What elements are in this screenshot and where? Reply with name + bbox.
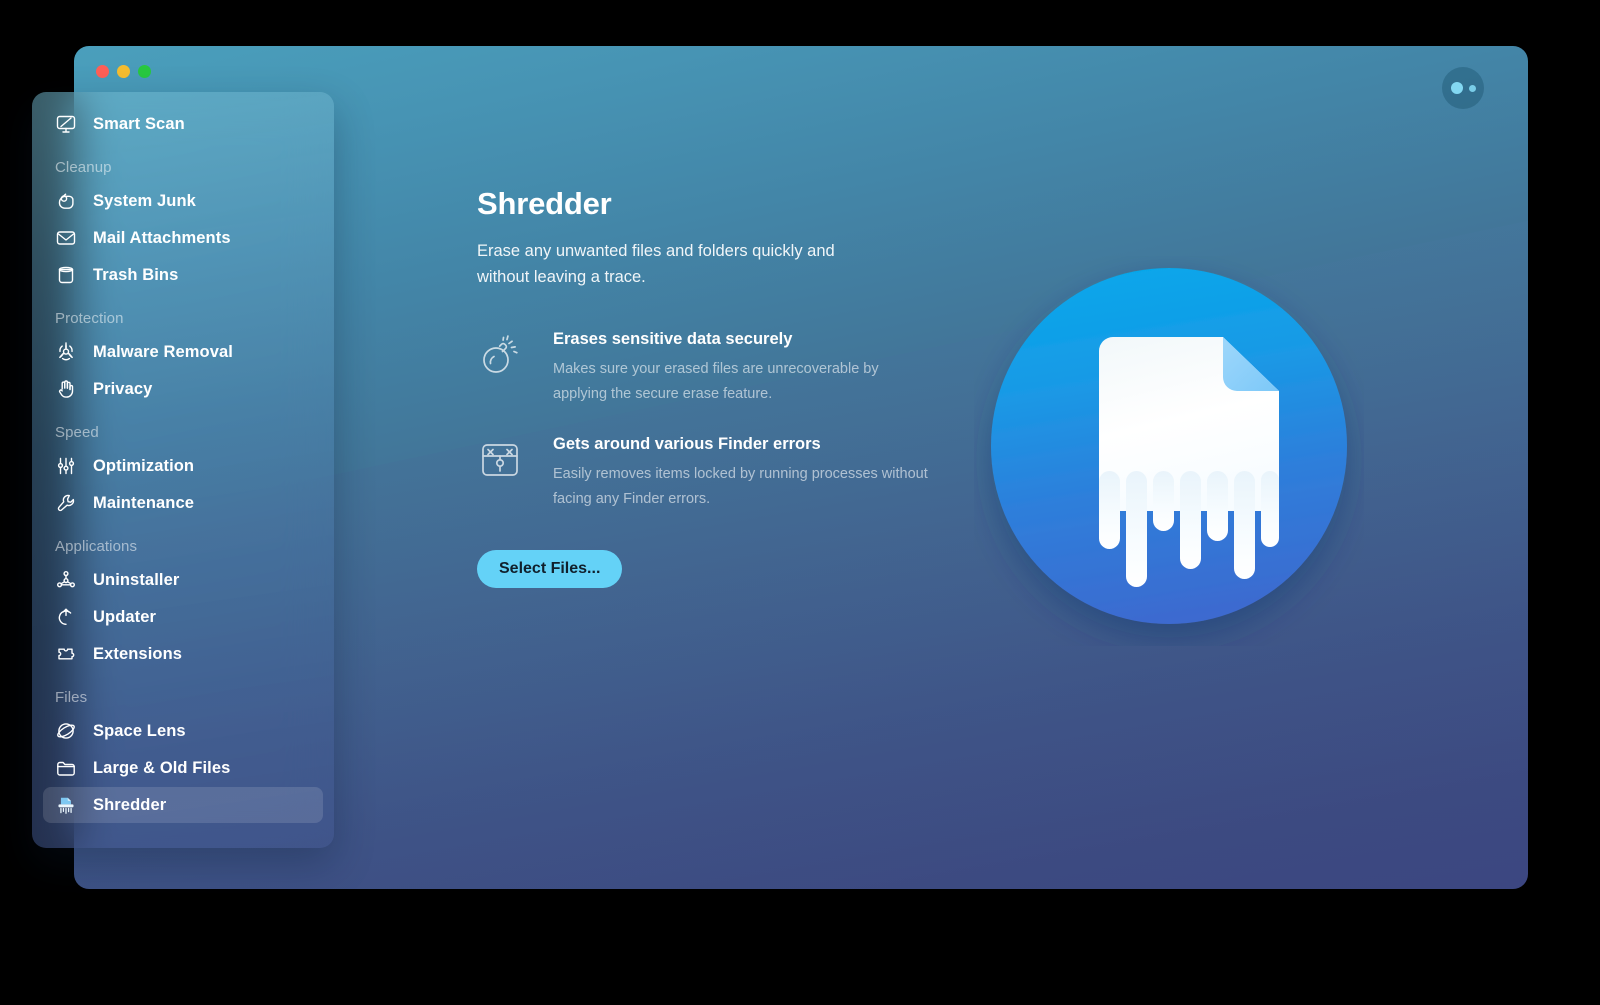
feature-title: Erases sensitive data securely — [553, 330, 793, 348]
sidebar-item-large-old-files[interactable]: Large & Old Files — [43, 750, 323, 786]
window-controls — [96, 65, 151, 78]
molecule-icon — [55, 569, 77, 591]
sidebar-item-label: Malware Removal — [93, 342, 233, 361]
sidebar-item-label: Trash Bins — [93, 265, 179, 284]
minimize-button[interactable] — [117, 65, 130, 78]
envelope-icon — [55, 227, 77, 249]
brush-icon — [55, 190, 77, 212]
sidebar-item-optimization[interactable]: Optimization — [43, 448, 323, 484]
sidebar-item-malware-removal[interactable]: Malware Removal — [43, 334, 323, 370]
page-title: Shredder — [477, 186, 612, 221]
menu-dot-large-icon — [1450, 82, 1463, 94]
sidebar-item-label: Mail Attachments — [93, 228, 231, 247]
sidebar-item-label: Smart Scan — [93, 114, 185, 133]
biohazard-icon — [55, 341, 77, 363]
feature-description: Easily removes items locked by running p… — [553, 466, 928, 507]
sidebar-item-privacy[interactable]: Privacy — [43, 371, 323, 407]
sidebar-item-extensions[interactable]: Extensions — [43, 636, 323, 672]
close-button[interactable] — [96, 65, 109, 78]
sidebar-item-smart-scan[interactable]: Smart Scan — [43, 106, 323, 142]
sidebar-item-space-lens[interactable]: Space Lens — [43, 713, 323, 749]
more-options-button[interactable] — [1442, 67, 1484, 109]
sidebar-item-maintenance[interactable]: Maintenance — [43, 485, 323, 521]
feature-text: Erases sensitive data securely Makes sur… — [553, 330, 933, 407]
sidebar-item-mail-attachments[interactable]: Mail Attachments — [43, 220, 323, 256]
feature-title: Gets around various Finder errors — [553, 435, 821, 453]
feature-text: Gets around various Finder errors Easily… — [553, 435, 933, 512]
wrench-icon — [55, 492, 77, 514]
sidebar-item-uninstaller[interactable]: Uninstaller — [43, 562, 323, 598]
sidebar-item-label: Updater — [93, 607, 157, 626]
sidebar-item-label: Maintenance — [93, 493, 195, 512]
menu-dot-small-icon — [1468, 84, 1476, 92]
puzzle-piece-icon — [55, 643, 77, 665]
shredded-document-icon — [974, 256, 1364, 646]
sidebar-group-title-speed: Speed — [55, 424, 99, 441]
sidebar-item-label: Optimization — [93, 456, 195, 475]
planet-icon — [55, 720, 77, 742]
trash-bin-icon — [55, 264, 77, 286]
feature-description: Makes sure your erased files are unrecov… — [553, 361, 879, 402]
page-subtitle: Erase any unwanted files and folders qui… — [477, 242, 835, 286]
refresh-arrow-icon — [55, 606, 77, 628]
sidebar-item-trash-bins[interactable]: Trash Bins — [43, 257, 323, 293]
hand-icon — [55, 378, 77, 400]
sidebar-item-system-junk[interactable]: System Junk — [43, 183, 323, 219]
shredder-icon — [55, 794, 77, 816]
select-files-button[interactable]: Select Files... — [477, 550, 623, 588]
sliders-icon — [55, 455, 77, 477]
zoom-button[interactable] — [138, 65, 151, 78]
sidebar-group-title-cleanup: Cleanup — [55, 159, 112, 176]
sidebar-item-label: Space Lens — [93, 721, 186, 740]
sidebar-group-title-protection: Protection — [55, 310, 124, 327]
sidebar-item-updater[interactable]: Updater — [43, 599, 323, 635]
bomb-icon — [477, 332, 523, 378]
sidebar-item-label: Large & Old Files — [93, 758, 231, 777]
sidebar-item-label: Privacy — [93, 379, 153, 398]
folder-icon — [55, 757, 77, 779]
sidebar-item-shredder[interactable]: Shredder — [43, 787, 323, 823]
sidebar-item-label: System Junk — [93, 191, 196, 210]
sidebar-group-title-files: Files — [55, 689, 88, 706]
sidebar-group-title-applications: Applications — [55, 538, 138, 555]
sidebar-item-label: Uninstaller — [93, 570, 180, 589]
sidebar-item-label: Shredder — [93, 795, 167, 814]
sidebar-item-label: Extensions — [93, 644, 183, 663]
locked-chest-icon — [477, 437, 523, 483]
monitor-scan-icon — [55, 113, 77, 135]
sidebar: Smart Scan Cleanup System Junk Mail Attachm… — [32, 92, 334, 848]
